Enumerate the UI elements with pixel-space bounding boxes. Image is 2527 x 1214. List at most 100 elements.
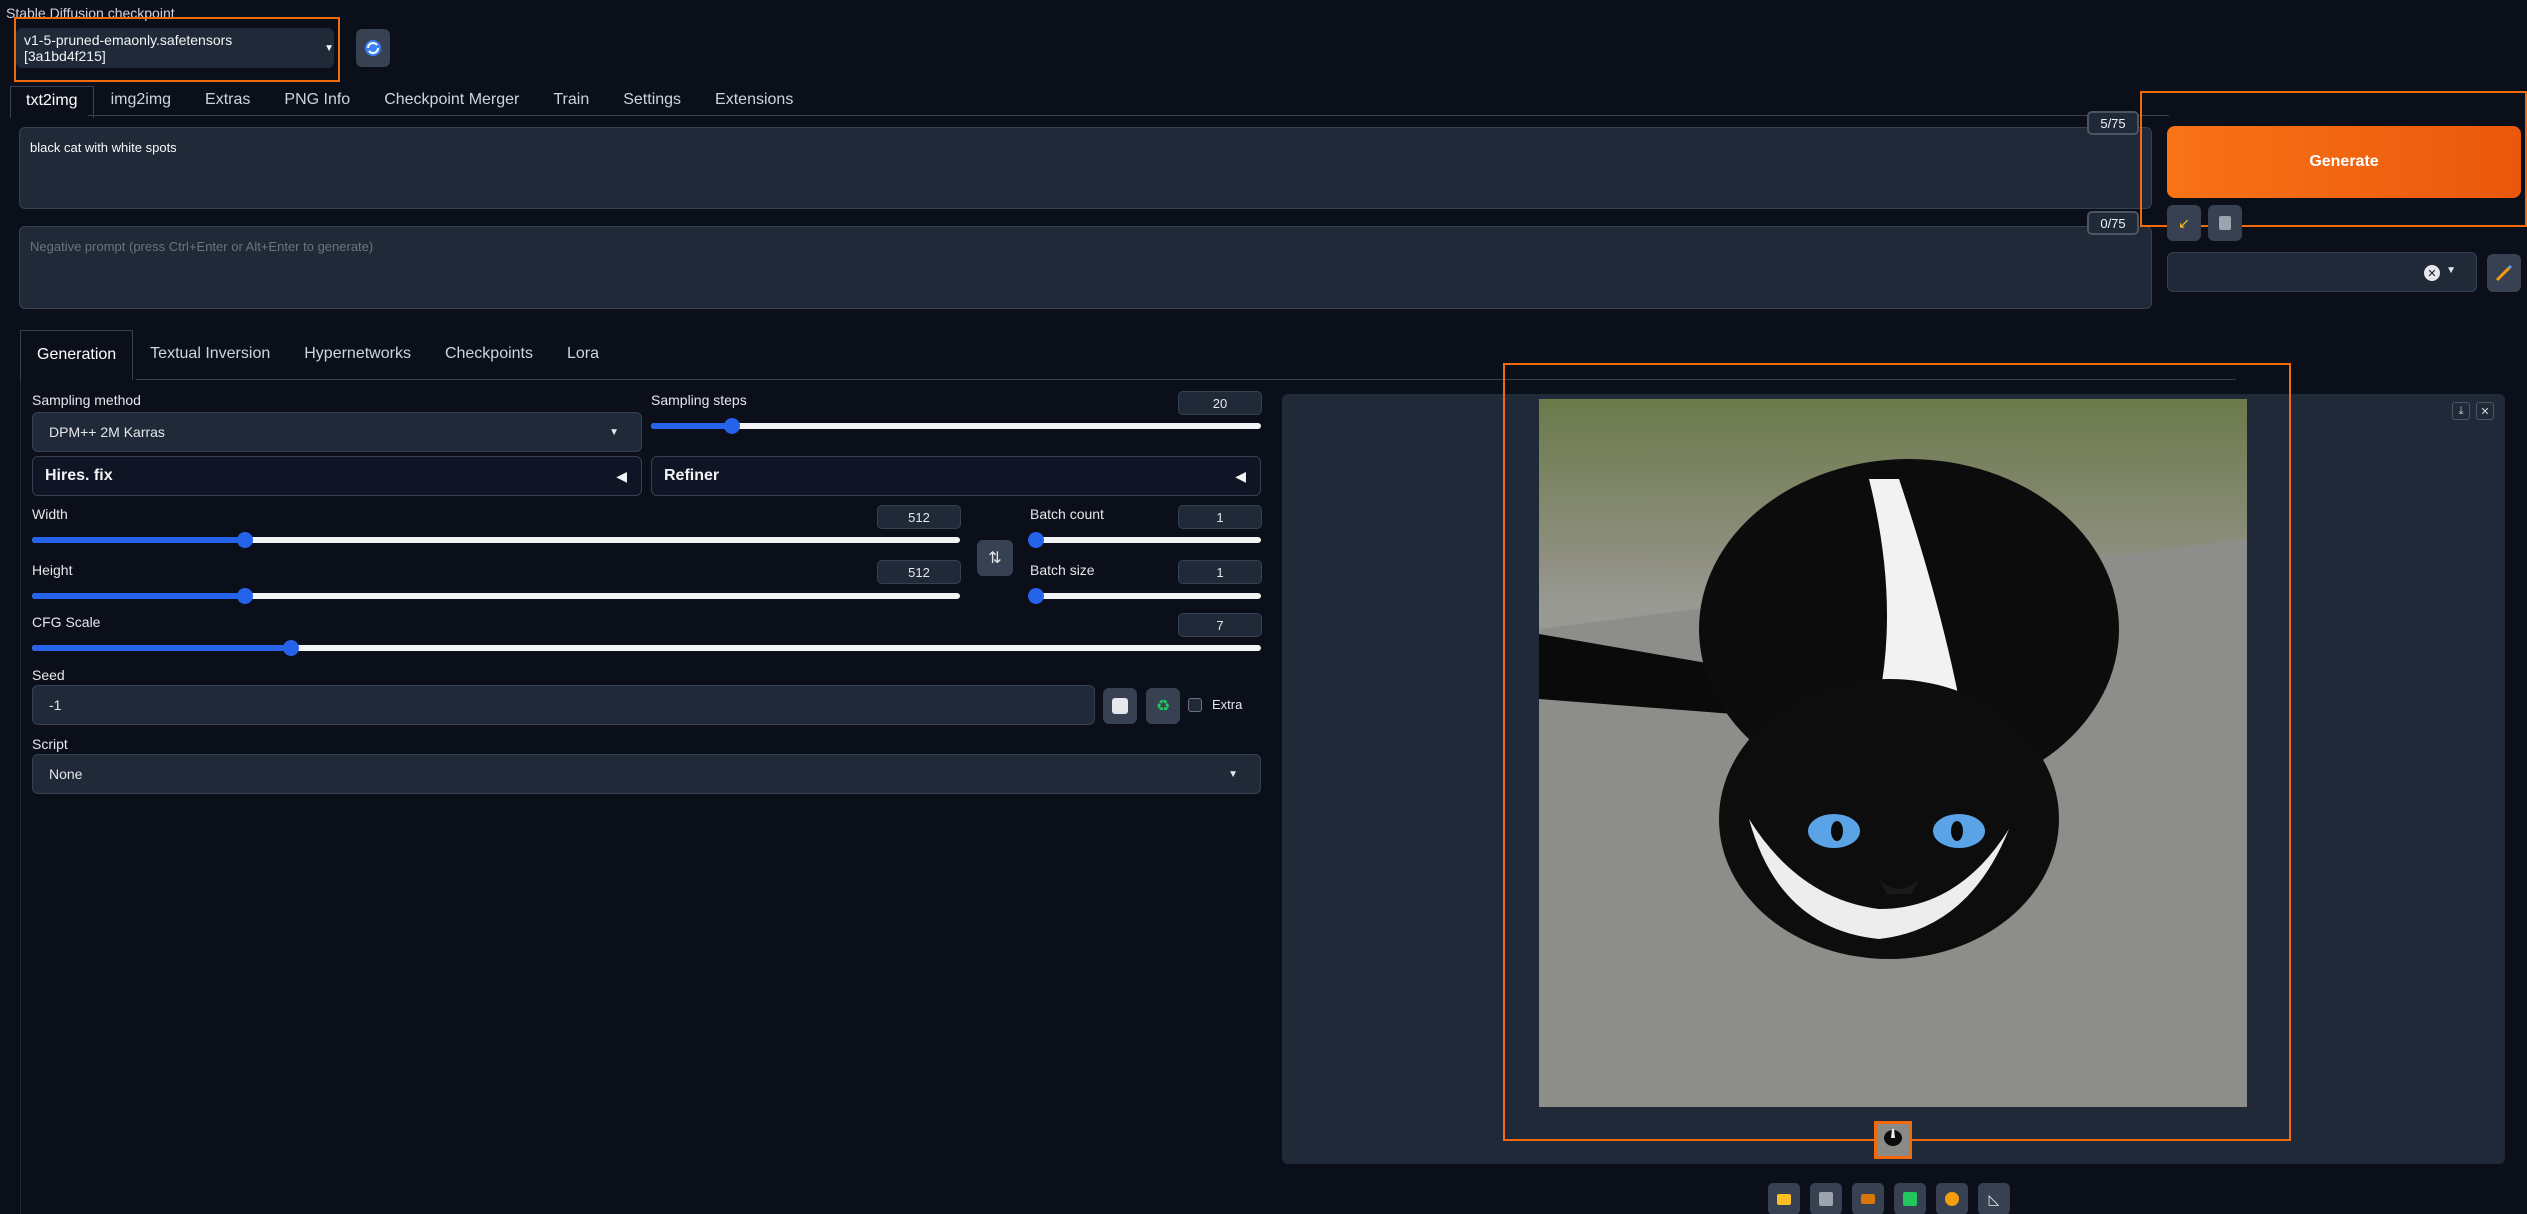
main-tabs: txt2img img2img Extras PNG Info Checkpoi… — [10, 86, 810, 118]
negative-prompt-input[interactable]: Negative prompt (press Ctrl+Enter or Alt… — [19, 226, 2152, 309]
thumbnail-image-icon — [1877, 1124, 1909, 1156]
tab-checkpoint-merger[interactable]: Checkpoint Merger — [367, 86, 536, 118]
cat-image-icon — [1539, 399, 2247, 1107]
clear-icon[interactable]: ✕ — [2424, 265, 2440, 281]
tab-extras[interactable]: Extras — [188, 86, 267, 118]
batch-size-label: Batch size — [1030, 562, 1095, 578]
close-icon[interactable]: ✕ — [2476, 402, 2494, 420]
height-input[interactable]: 512 — [877, 560, 961, 584]
refresh-icon — [365, 40, 381, 56]
batch-size-input[interactable]: 1 — [1178, 560, 1262, 584]
slider-handle[interactable] — [1028, 588, 1044, 604]
checkpoint-dropdown[interactable]: v1-5-pruned-emaonly.safetensors [3a1bd4f… — [16, 28, 334, 68]
width-input[interactable]: 512 — [877, 505, 961, 529]
sampling-steps-input[interactable]: 20 — [1178, 391, 1262, 415]
height-label: Height — [32, 562, 73, 578]
sampling-method-label: Sampling method — [32, 392, 141, 408]
folder-icon — [1777, 1193, 1791, 1205]
image-icon — [1903, 1192, 1917, 1206]
gallery-toolbar: ◺ — [1768, 1183, 2010, 1214]
ruler-icon: ◺ — [1988, 1190, 2000, 1207]
width-slider[interactable] — [32, 532, 960, 548]
checkpoint-value: v1-5-pruned-emaonly.safetensors [3a1bd4f… — [24, 32, 233, 64]
tab-img2img[interactable]: img2img — [94, 86, 188, 118]
chevron-down-icon: ▼ — [2446, 265, 2456, 276]
tabs-divider — [88, 115, 2169, 116]
seed-input[interactable]: -1 — [32, 685, 1095, 725]
slider-fill — [32, 537, 246, 543]
tab-checkpoints[interactable]: Checkpoints — [428, 330, 550, 380]
gallery-thumbnail[interactable] — [1874, 1121, 1912, 1159]
styles-dropdown[interactable]: ✕ ▼ — [2167, 252, 2477, 292]
generated-image[interactable] — [1539, 399, 2247, 1107]
palette-icon — [1945, 1192, 1959, 1206]
cfg-scale-label: CFG Scale — [32, 614, 101, 630]
batch-count-input[interactable]: 1 — [1178, 505, 1262, 529]
edit-styles-button[interactable] — [2487, 254, 2521, 292]
tab-lora[interactable]: Lora — [550, 330, 616, 380]
generate-button[interactable]: Generate — [2167, 126, 2521, 198]
clear-prompt-button[interactable] — [2208, 205, 2242, 241]
tab-textual-inversion[interactable]: Textual Inversion — [133, 330, 287, 380]
chevron-down-icon: ▼ — [609, 426, 619, 438]
tab-train[interactable]: Train — [536, 86, 606, 118]
recycle-icon: ♻ — [1155, 698, 1171, 715]
sampling-steps-label: Sampling steps — [651, 392, 747, 408]
batch-count-slider[interactable] — [1028, 532, 1261, 548]
cfg-scale-input[interactable]: 7 — [1178, 613, 1262, 637]
extra-seed-checkbox[interactable] — [1188, 698, 1202, 712]
hires-fix-accordion[interactable]: Hires. fix ◀ — [32, 456, 642, 496]
pencil-icon — [2495, 264, 2513, 282]
tab-extensions[interactable]: Extensions — [698, 86, 810, 118]
slider-handle[interactable] — [724, 418, 741, 434]
read-params-button[interactable]: ↙ — [2167, 205, 2201, 241]
negative-token-counter: 0/75 — [2087, 211, 2139, 235]
send-to-inpaint-button[interactable] — [1936, 1183, 1968, 1214]
seed-label: Seed — [32, 667, 65, 683]
chevron-down-icon: ▼ — [324, 42, 334, 54]
slider-fill — [32, 593, 246, 599]
dice-icon — [1112, 698, 1128, 714]
script-value: None — [49, 766, 83, 782]
send-to-img2img-button[interactable] — [1894, 1183, 1926, 1214]
height-slider[interactable] — [32, 588, 960, 604]
extra-seed-label: Extra — [1212, 697, 1243, 712]
script-dropdown[interactable]: None ▼ — [32, 754, 1261, 794]
swap-dimensions-button[interactable]: ⇅ — [977, 540, 1013, 576]
trash-icon — [2219, 216, 2231, 230]
collapse-arrow-icon: ◀ — [616, 467, 627, 484]
download-icon[interactable]: ⤓ — [2452, 402, 2470, 420]
hires-fix-label: Hires. fix — [45, 467, 113, 484]
checkpoint-label: Stable Diffusion checkpoint — [6, 5, 175, 21]
save-button[interactable] — [1810, 1183, 1842, 1214]
save-icon — [1819, 1192, 1833, 1206]
cfg-scale-slider[interactable] — [32, 640, 1261, 656]
prompt-input[interactable]: black cat with white spots — [19, 127, 2152, 209]
open-folder-button[interactable] — [1768, 1183, 1800, 1214]
sampling-method-dropdown[interactable]: DPM++ 2M Karras ▼ — [32, 412, 642, 452]
reuse-seed-button[interactable]: ♻ — [1146, 688, 1180, 724]
zip-icon — [1861, 1194, 1875, 1204]
collapse-arrow-icon: ◀ — [1235, 467, 1246, 484]
tab-settings[interactable]: Settings — [606, 86, 698, 118]
sampling-steps-slider[interactable] — [651, 418, 1261, 434]
sampling-method-value: DPM++ 2M Karras — [49, 424, 165, 440]
refiner-accordion[interactable]: Refiner ◀ — [651, 456, 1261, 496]
tab-txt2img[interactable]: txt2img — [10, 86, 94, 118]
prompt-token-counter: 5/75 — [2087, 111, 2139, 135]
script-label: Script — [32, 736, 68, 752]
arrow-down-left-icon: ↙ — [2178, 214, 2190, 231]
slider-fill — [32, 645, 292, 651]
refresh-checkpoint-button[interactable] — [356, 29, 390, 67]
batch-count-label: Batch count — [1030, 506, 1104, 522]
send-to-extras-button[interactable]: ◺ — [1978, 1183, 2010, 1214]
tab-png-info[interactable]: PNG Info — [267, 86, 367, 118]
sub-tabs: Generation Textual Inversion Hypernetwor… — [20, 330, 616, 380]
zip-button[interactable] — [1852, 1183, 1884, 1214]
refiner-label: Refiner — [664, 467, 720, 484]
tab-generation[interactable]: Generation — [20, 330, 134, 380]
slider-handle[interactable] — [1028, 532, 1044, 548]
random-seed-button[interactable] — [1103, 688, 1137, 724]
tab-hypernetworks[interactable]: Hypernetworks — [287, 330, 428, 380]
batch-size-slider[interactable] — [1028, 588, 1261, 604]
